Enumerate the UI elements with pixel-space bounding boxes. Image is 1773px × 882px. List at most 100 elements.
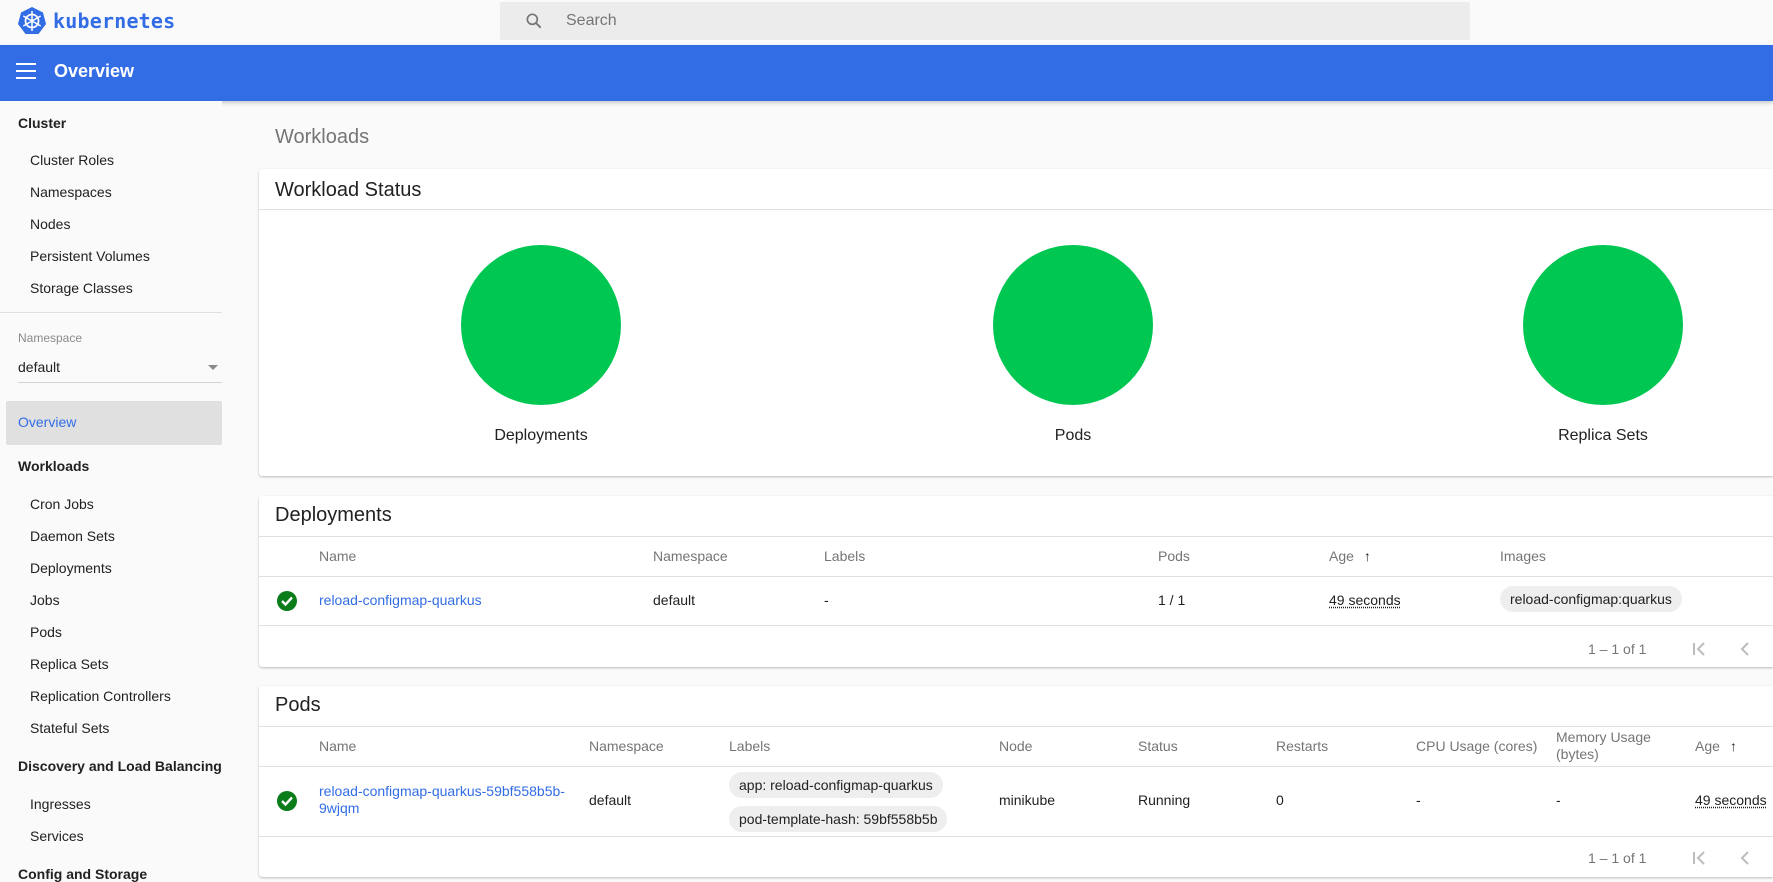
hamburger-menu-icon[interactable] bbox=[16, 63, 36, 79]
page-title: Workloads bbox=[275, 126, 370, 148]
status-label: Replica Sets bbox=[1558, 427, 1648, 444]
column-header-name[interactable]: Name bbox=[319, 548, 356, 564]
logo-text: kubernetes bbox=[53, 9, 176, 33]
sidebar-item-nodes[interactable]: Nodes bbox=[30, 216, 70, 232]
sidebar-heading-cluster[interactable]: Cluster bbox=[18, 115, 66, 131]
pod-namespace: default bbox=[589, 792, 632, 808]
sidebar-item-overview[interactable]: Overview bbox=[6, 401, 222, 445]
sidebar-item-cluster-roles[interactable]: Cluster Roles bbox=[30, 152, 114, 168]
previous-page-icon[interactable] bbox=[1733, 846, 1757, 870]
kubernetes-logo[interactable]: kubernetes bbox=[17, 6, 175, 36]
check-circle-icon bbox=[277, 791, 297, 811]
deployment-labels: - bbox=[824, 592, 829, 608]
sidebar-item-services[interactable]: Services bbox=[30, 828, 84, 844]
divider bbox=[259, 209, 1773, 210]
pod-age: 49 seconds bbox=[1695, 792, 1767, 808]
status-label: Pods bbox=[1054, 427, 1092, 444]
status-pie-chart bbox=[461, 245, 621, 405]
namespace-value: default bbox=[18, 359, 61, 375]
column-header-restarts: Restarts bbox=[1276, 738, 1329, 754]
column-header-memory-line1: Memory Usage bbox=[1556, 729, 1651, 745]
status-deployments[interactable]: Deployments bbox=[441, 245, 641, 445]
sidebar-item-daemon-sets[interactable]: Daemon Sets bbox=[30, 528, 115, 544]
column-header-cpu: CPU Usage (cores) bbox=[1416, 738, 1538, 754]
column-header-status[interactable]: Status bbox=[1138, 738, 1178, 754]
namespace-label: Namespace bbox=[18, 331, 83, 345]
status-label: Deployments bbox=[494, 427, 588, 444]
kubernetes-helm-icon bbox=[18, 7, 46, 34]
sidebar-heading-workloads[interactable]: Workloads bbox=[18, 458, 89, 474]
sidebar-heading-discovery[interactable]: Discovery and Load Balancing bbox=[18, 758, 222, 774]
image-chip: reload-configmap:quarkus bbox=[1500, 586, 1682, 612]
deployment-pods: 1 / 1 bbox=[1158, 592, 1186, 608]
sidebar-divider bbox=[0, 312, 222, 313]
column-header-images: Images bbox=[1500, 548, 1546, 564]
divider bbox=[259, 625, 1773, 626]
sidebar-item-ingresses[interactable]: Ingresses bbox=[30, 796, 91, 812]
column-header-name[interactable]: Name bbox=[319, 738, 356, 754]
app-toolbar: Overview bbox=[0, 45, 1773, 101]
sidebar-heading-config-storage[interactable]: Config and Storage bbox=[18, 866, 147, 882]
card-title: Workload Status bbox=[275, 179, 422, 201]
deployment-name-link[interactable]: reload-configmap-quarkus bbox=[319, 592, 482, 608]
pod-memory: - bbox=[1556, 792, 1561, 808]
sidebar-item-storage-classes[interactable]: Storage Classes bbox=[30, 280, 133, 296]
label-chip: app: reload-configmap-quarkus bbox=[729, 772, 943, 798]
sidebar-item-persistent-volumes[interactable]: Persistent Volumes bbox=[30, 248, 150, 264]
pod-name-link[interactable]: reload-configmap-quarkus-59bf558b5b- 9wj… bbox=[319, 783, 565, 817]
workload-status-card: Workload Status Deployments Pods Replica… bbox=[259, 169, 1773, 476]
column-header-node[interactable]: Node bbox=[999, 738, 1032, 754]
sidebar-item-cron-jobs[interactable]: Cron Jobs bbox=[30, 496, 94, 512]
column-header-age-label: Age bbox=[1329, 548, 1354, 564]
sidebar-item-pods[interactable]: Pods bbox=[30, 624, 62, 640]
divider bbox=[259, 726, 1773, 727]
pod-name-line2: 9wjqm bbox=[319, 800, 360, 816]
pod-node: minikube bbox=[999, 792, 1056, 808]
pod-status: Running bbox=[1138, 792, 1191, 808]
sidebar-item-namespaces[interactable]: Namespaces bbox=[30, 184, 112, 200]
divider bbox=[259, 576, 1773, 577]
column-header-memory: Memory Usage (bytes) bbox=[1556, 729, 1651, 763]
deployments-card: Deployments Name Namespace Labels Pods A… bbox=[259, 496, 1773, 667]
sidebar-item-stateful-sets[interactable]: Stateful Sets bbox=[30, 720, 109, 736]
pod-name-line1: reload-configmap-quarkus-59bf558b5b- bbox=[319, 783, 565, 799]
column-header-labels: Labels bbox=[824, 548, 866, 564]
column-header-namespace[interactable]: Namespace bbox=[653, 548, 728, 564]
column-header-pods: Pods bbox=[1158, 548, 1190, 564]
check-circle-icon bbox=[277, 591, 297, 611]
namespace-select[interactable]: default bbox=[18, 353, 222, 383]
pagination-range: 1 – 1 of 1 bbox=[1588, 641, 1647, 657]
card-title: Deployments bbox=[275, 504, 392, 526]
top-bar: kubernetes bbox=[0, 0, 1773, 45]
label-chip: pod-template-hash: 59bf558b5b bbox=[729, 806, 948, 832]
sidebar-item-replication-controllers[interactable]: Replication Controllers bbox=[30, 688, 171, 704]
search-icon bbox=[526, 13, 542, 29]
column-header-age[interactable]: Age ↑ bbox=[1329, 548, 1371, 564]
deployment-age: 49 seconds bbox=[1329, 592, 1401, 608]
toolbar-title: Overview bbox=[54, 61, 135, 81]
divider bbox=[259, 766, 1773, 767]
card-title: Pods bbox=[275, 694, 321, 716]
status-pods[interactable]: Pods bbox=[973, 245, 1173, 445]
sidebar-item-jobs[interactable]: Jobs bbox=[30, 592, 60, 608]
arrow-up-icon: ↑ bbox=[1729, 738, 1737, 754]
sidebar-item-overview-label: Overview bbox=[18, 414, 77, 430]
divider bbox=[259, 836, 1773, 837]
deployment-namespace: default bbox=[653, 592, 696, 608]
sidebar-item-deployments[interactable]: Deployments bbox=[30, 560, 112, 576]
sidebar-item-replica-sets[interactable]: Replica Sets bbox=[30, 656, 109, 672]
column-header-namespace[interactable]: Namespace bbox=[589, 738, 664, 754]
pod-restarts: 0 bbox=[1276, 792, 1284, 808]
sidebar-nav: Cluster Cluster Roles Namespaces Nodes P… bbox=[0, 101, 222, 882]
first-page-icon[interactable] bbox=[1688, 846, 1712, 870]
search-input[interactable] bbox=[566, 12, 1366, 30]
previous-page-icon[interactable] bbox=[1733, 637, 1757, 661]
column-header-age[interactable]: Age ↑ bbox=[1695, 738, 1737, 754]
search-bar[interactable] bbox=[500, 2, 1470, 40]
column-header-age-label: Age bbox=[1695, 738, 1720, 754]
pagination-range: 1 – 1 of 1 bbox=[1588, 850, 1647, 866]
status-pie-chart bbox=[993, 245, 1153, 405]
first-page-icon[interactable] bbox=[1688, 637, 1712, 661]
status-replica-sets[interactable]: Replica Sets bbox=[1503, 245, 1703, 445]
status-pie-chart bbox=[1523, 245, 1683, 405]
